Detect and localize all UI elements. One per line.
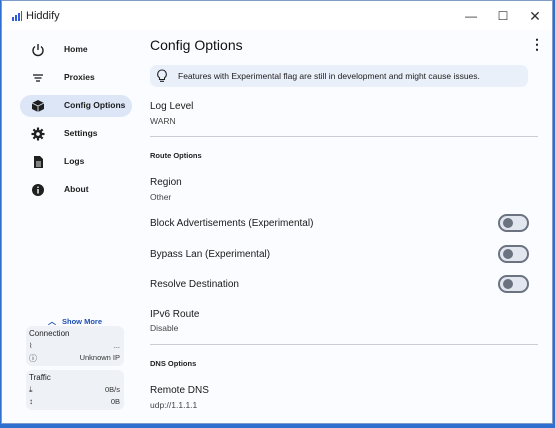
box-icon <box>30 98 46 114</box>
title-bar: Hiddify — ☐ ✕ <box>2 1 552 30</box>
sidebar-item-label: Logs <box>64 156 85 166</box>
bypass-lan-toggle[interactable] <box>498 245 529 263</box>
power-icon <box>30 42 46 58</box>
remote-dns-value: udp://1.1.1.1 <box>150 400 198 410</box>
ipv6-route-label: IPv6 Route <box>150 309 200 320</box>
ip-value: Unknown IP <box>79 353 120 362</box>
chevron-up-icon: ︿ <box>48 317 56 326</box>
ping-value: ... <box>113 341 120 350</box>
sidebar-item-config-options[interactable]: Config Options <box>20 95 132 117</box>
minimize-button[interactable]: — <box>456 6 486 26</box>
ipv6-route-value: Disable <box>150 323 179 333</box>
resolve-destination-toggle[interactable] <box>498 275 529 293</box>
traffic-total: 0B <box>110 397 120 406</box>
app-window: Hiddify — ☐ ✕ Home Proxies Config Option… <box>1 0 553 424</box>
sidebar-item-label: Config Options <box>64 100 126 110</box>
sidebar-item-settings[interactable]: Settings <box>20 123 132 145</box>
lightbulb-icon <box>156 69 168 83</box>
region-value: Other <box>150 192 172 202</box>
document-icon <box>30 154 46 170</box>
traffic-card: Traffic ⤓ 0B/s ↕ 0B <box>26 370 124 410</box>
bypass-lan-label: Bypass Lan (Experimental) <box>150 249 271 260</box>
show-more-label: Show More <box>62 317 103 326</box>
main-content: Config Options ⋮ Features with Experimen… <box>150 30 552 423</box>
banner-text: Features with Experimental flag are stil… <box>178 71 480 81</box>
sidebar-item-about[interactable]: About <box>20 179 132 201</box>
filter-icon <box>30 70 46 86</box>
sidebar-item-label: Proxies <box>64 72 95 82</box>
sidebar-item-label: Home <box>64 44 88 54</box>
download-icon: ⤓ <box>29 385 33 394</box>
sidebar: Home Proxies Config Options Settings Log… <box>2 30 140 423</box>
connection-title: Connection <box>29 329 70 338</box>
traffic-speed: 0B/s <box>104 385 120 394</box>
sidebar-item-proxies[interactable]: Proxies <box>20 67 132 89</box>
maximize-button[interactable]: ☐ <box>488 6 518 26</box>
page-title: Config Options <box>150 37 243 53</box>
traffic-total-row: ↕ 0B <box>29 397 120 406</box>
ping-icon: ⌇ <box>29 343 33 350</box>
log-level-label: Log Level <box>150 101 194 112</box>
traffic-title: Traffic <box>29 373 51 382</box>
log-level-value: WARN <box>150 116 176 126</box>
route-options-header: Route Options <box>150 151 202 160</box>
resolve-destination-label: Resolve Destination <box>150 279 239 290</box>
connection-ping-row: ⌇ ... <box>29 341 120 350</box>
gear-icon <box>30 126 46 142</box>
sidebar-item-logs[interactable]: Logs <box>20 151 132 173</box>
sidebar-item-label: About <box>64 184 89 194</box>
sidebar-item-home[interactable]: Home <box>20 39 132 61</box>
experimental-warning-banner: Features with Experimental flag are stil… <box>150 65 528 87</box>
up-down-arrow-icon: ↕ <box>29 397 33 406</box>
block-ads-label: Block Advertisements (Experimental) <box>150 218 314 229</box>
close-button[interactable]: ✕ <box>520 6 550 26</box>
divider <box>150 136 538 137</box>
dns-options-header: DNS Options <box>150 359 197 368</box>
sidebar-item-label: Settings <box>64 128 98 138</box>
app-logo-icon <box>12 11 22 21</box>
info-icon: ⓘ <box>29 354 37 363</box>
connection-ip-row: ⓘ Unknown IP <box>29 353 120 364</box>
info-icon <box>30 182 46 198</box>
region-label: Region <box>150 177 182 188</box>
window-title: Hiddify <box>26 10 60 22</box>
more-options-icon[interactable]: ⋮ <box>530 36 544 53</box>
connection-card: Connection ⌇ ... ⓘ Unknown IP <box>26 326 124 366</box>
divider <box>150 344 538 345</box>
traffic-speed-row: ⤓ 0B/s <box>29 385 120 395</box>
remote-dns-label: Remote DNS <box>150 385 209 396</box>
block-ads-toggle[interactable] <box>498 214 529 232</box>
